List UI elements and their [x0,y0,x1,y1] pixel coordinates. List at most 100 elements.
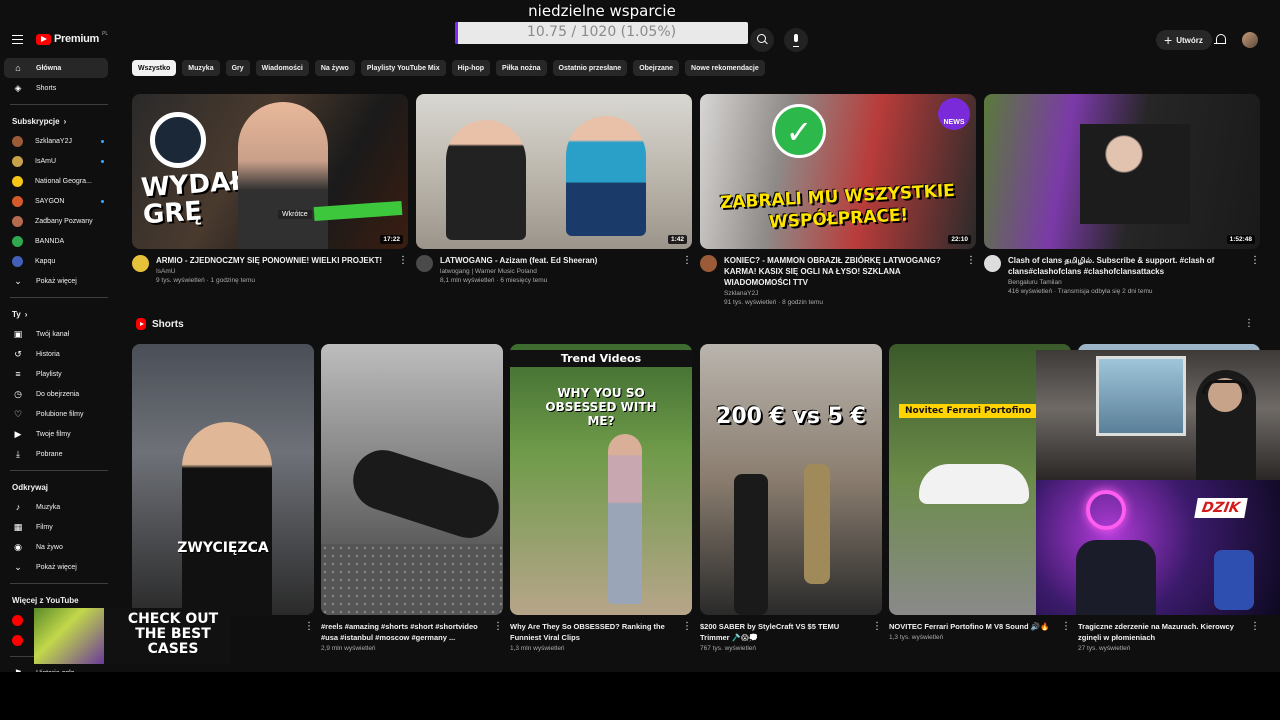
video-title[interactable]: KONIEC? - MAMMON OBRAZIŁ ZBIÓRKĘ LATWOGA… [724,255,960,288]
sidebar-subscription[interactable]: Kapqu [4,251,108,271]
short-card[interactable]: 200 € vs 5 € $200 SABER by StyleCraft VS … [700,344,882,652]
video-title[interactable]: Clash of clans தமிழில். Subscribe & supp… [1008,255,1244,277]
sidebar-item[interactable]: ⌄ Pokaż więcej [4,557,108,577]
more-options-icon[interactable]: ⋮ [1061,621,1071,632]
youtube-logo[interactable]: Premium PL [36,31,108,45]
more-options-icon[interactable]: ⋮ [1250,621,1260,632]
search-icon[interactable] [750,28,774,52]
more-options-icon[interactable]: ⋮ [398,255,408,267]
menu-icon[interactable] [12,35,23,44]
filter-chip[interactable]: Wiadomości [255,60,309,76]
sidebar-subscription[interactable]: Zadbany Pozwany [4,211,108,231]
notifications-bell-icon[interactable] [1214,33,1226,47]
logo-text: Premium [54,33,99,45]
short-title[interactable]: $200 SABER by StyleCraft VS $5 TEMU Trim… [700,621,868,643]
sidebar-item[interactable]: ↺ Historia [4,344,108,364]
short-meta: NOVITEC Ferrari Portofino M V8 Sound 🔊🔥 1… [889,621,1071,641]
video-card[interactable]: ZABRALI MU WSZYSTKIE WSPÓŁPRACE! ✓ NEWS 22:… [700,94,976,306]
sidebar-item[interactable]: ◷ Do obejrzenia [4,384,108,404]
sidebar-item[interactable]: ♪ Muzyka [4,497,108,517]
sidebar-subscription[interactable]: IsAmU [4,151,108,171]
short-card[interactable]: #reels #amazing #shorts #short #shortvid… [321,344,503,652]
video-thumbnail[interactable]: 1:52:48 [984,94,1260,249]
sidebar-subscription[interactable]: SAYGON [4,191,108,211]
short-title[interactable]: Tragiczne zderzenie na Mazurach. Kierowc… [1078,621,1246,643]
sidebar-item[interactable]: ◉ Na żywo [4,537,108,557]
filter-chip[interactable]: Nowe rekomendacje [685,60,765,76]
filter-chip[interactable]: Muzyka [182,60,220,76]
more-options-icon[interactable]: ⋮ [682,255,692,267]
sidebar-item[interactable]: ▶ Twoje filmy [4,424,108,444]
thumbnail-badge: Wkrótce [278,210,312,219]
account-avatar[interactable] [1242,32,1258,48]
sidebar-item[interactable]: ▣ Twój kanał [4,324,108,344]
thumbnail-streamer [1080,124,1190,224]
sidebar-subscription[interactable]: SzklanaY2J [4,131,108,151]
microphone-icon[interactable] [784,28,808,52]
sidebar-item[interactable]: ⤓ Pobrane [4,444,108,464]
channel-avatar[interactable] [132,255,149,272]
sidebar-item[interactable]: ⌂ Główna [4,58,108,78]
short-overlay-text: WHY YOU SO OBSESSED WITH ME? [545,386,657,428]
short-card[interactable]: ZWYCIĘZCA ⋮ [132,344,314,632]
channel-avatar [12,235,23,247]
more-options-icon[interactable]: ⋮ [966,255,976,267]
video-meta: KONIEC? - MAMMON OBRAZIŁ ZBIÓRKĘ LATWOGA… [700,255,976,306]
video-stats: 8,1 mln wyświetleń · 6 miesięcy temu [440,277,548,284]
filter-chip[interactable]: Hip-hop [451,60,491,76]
sidebar-subscription[interactable]: National Geogra... [4,171,108,191]
short-thumbnail[interactable] [321,344,503,615]
more-options-icon[interactable]: ⋮ [682,621,692,632]
short-title[interactable]: NOVITEC Ferrari Portofino M V8 Sound 🔊🔥 [889,621,1057,632]
user-icon: ▣ [13,328,23,339]
video-card[interactable]: 1:42 LATWOGANG - Azizam (feat. Ed Sheeran… [416,94,692,284]
sidebar-item[interactable]: ⌄ Pokaż więcej [4,271,108,291]
video-channel[interactable]: Bengaluru Tamilan [1008,279,1244,286]
filter-chip[interactable]: Piłka nożna [496,60,547,76]
sidebar-item-label: Historia [36,350,60,358]
create-button[interactable]: + Utwórz [1156,30,1212,50]
video-title[interactable]: ARMIO - ZJEDNOCZMY SIĘ PONOWNIE! WIELKI … [156,255,392,266]
sidebar-item[interactable]: ♡ Polubione filmy [4,404,108,424]
video-thumbnail[interactable]: WYDAŁEM GRĘ Wkrótce 17:22 [132,94,408,249]
channel-avatar[interactable] [416,255,433,272]
video-card[interactable]: WYDAŁEM GRĘ Wkrótce 17:22 ARMIO - ZJEDNOCZM… [132,94,408,284]
thumbnail-car [919,464,1029,504]
channel-avatar[interactable] [984,255,1001,272]
video-title[interactable]: LATWOGANG - Azizam (feat. Ed Sheeran) [440,255,676,266]
filter-chip[interactable]: Playlisty YouTube Mix [360,60,446,76]
filter-chip[interactable]: Obejrzane [633,60,680,76]
more-options-icon[interactable]: ⋮ [1244,318,1254,329]
video-channel[interactable]: IsAmU [156,268,392,275]
short-meta: #reels #amazing #shorts #short #shortvid… [321,621,503,652]
video-channel[interactable]: SzklanaY2J [724,290,960,297]
more-options-icon[interactable]: ⋮ [1250,255,1260,267]
short-title[interactable]: #reels #amazing #shorts #short #shortvid… [321,621,489,643]
short-title[interactable]: Why Are They So OBSESSED? Ranking the Fu… [510,621,678,643]
video-thumbnail[interactable]: ZABRALI MU WSZYSTKIE WSPÓŁPRACE! ✓ NEWS 22:… [700,94,976,249]
subscriptions-heading[interactable]: Subskrypcje › [12,111,116,131]
sidebar-item[interactable]: ◈ Shorts [4,78,108,98]
filter-chip[interactable]: Ostatnio przesłane [552,60,628,76]
filter-chip[interactable]: Na żywo [314,60,355,76]
video-card[interactable]: 1:52:48 Clash of clans தமிழில். Subscribe… [984,94,1260,295]
sidebar-subscription[interactable]: BANNDA [4,231,108,251]
video-channel[interactable]: latwogang | Warner Music Poland [440,268,676,275]
sidebar-item[interactable]: ▦ Filmy [4,517,108,537]
short-thumbnail[interactable]: 200 € vs 5 € [700,344,882,615]
channel-avatar[interactable] [700,255,717,272]
filter-chip[interactable]: Gry [225,60,250,76]
short-card[interactable]: Trend Videos WHY YOU SO OBSESSED WITH ME?… [510,344,692,652]
more-options-icon[interactable]: ⋮ [872,621,882,632]
short-views: 2,9 mln wyświetleń [321,645,376,652]
more-options-icon[interactable]: ⋮ [493,621,503,632]
more-from-youtube-heading: Więcej z YouTube [12,595,79,605]
short-thumbnail[interactable]: ZWYCIĘZCA [132,344,314,615]
sidebar-item[interactable]: ≡ Playlisty [4,364,108,384]
more-options-icon[interactable]: ⋮ [304,621,314,632]
you-heading[interactable]: Ty › [12,304,116,324]
filter-chip[interactable]: Wszystko [132,60,177,76]
short-thumbnail[interactable]: Trend Videos WHY YOU SO OBSESSED WITH ME? [510,344,692,615]
video-thumbnail[interactable]: 1:42 [416,94,692,249]
sidebar-report-history[interactable]: ⚑Historia zgło... [4,663,108,673]
